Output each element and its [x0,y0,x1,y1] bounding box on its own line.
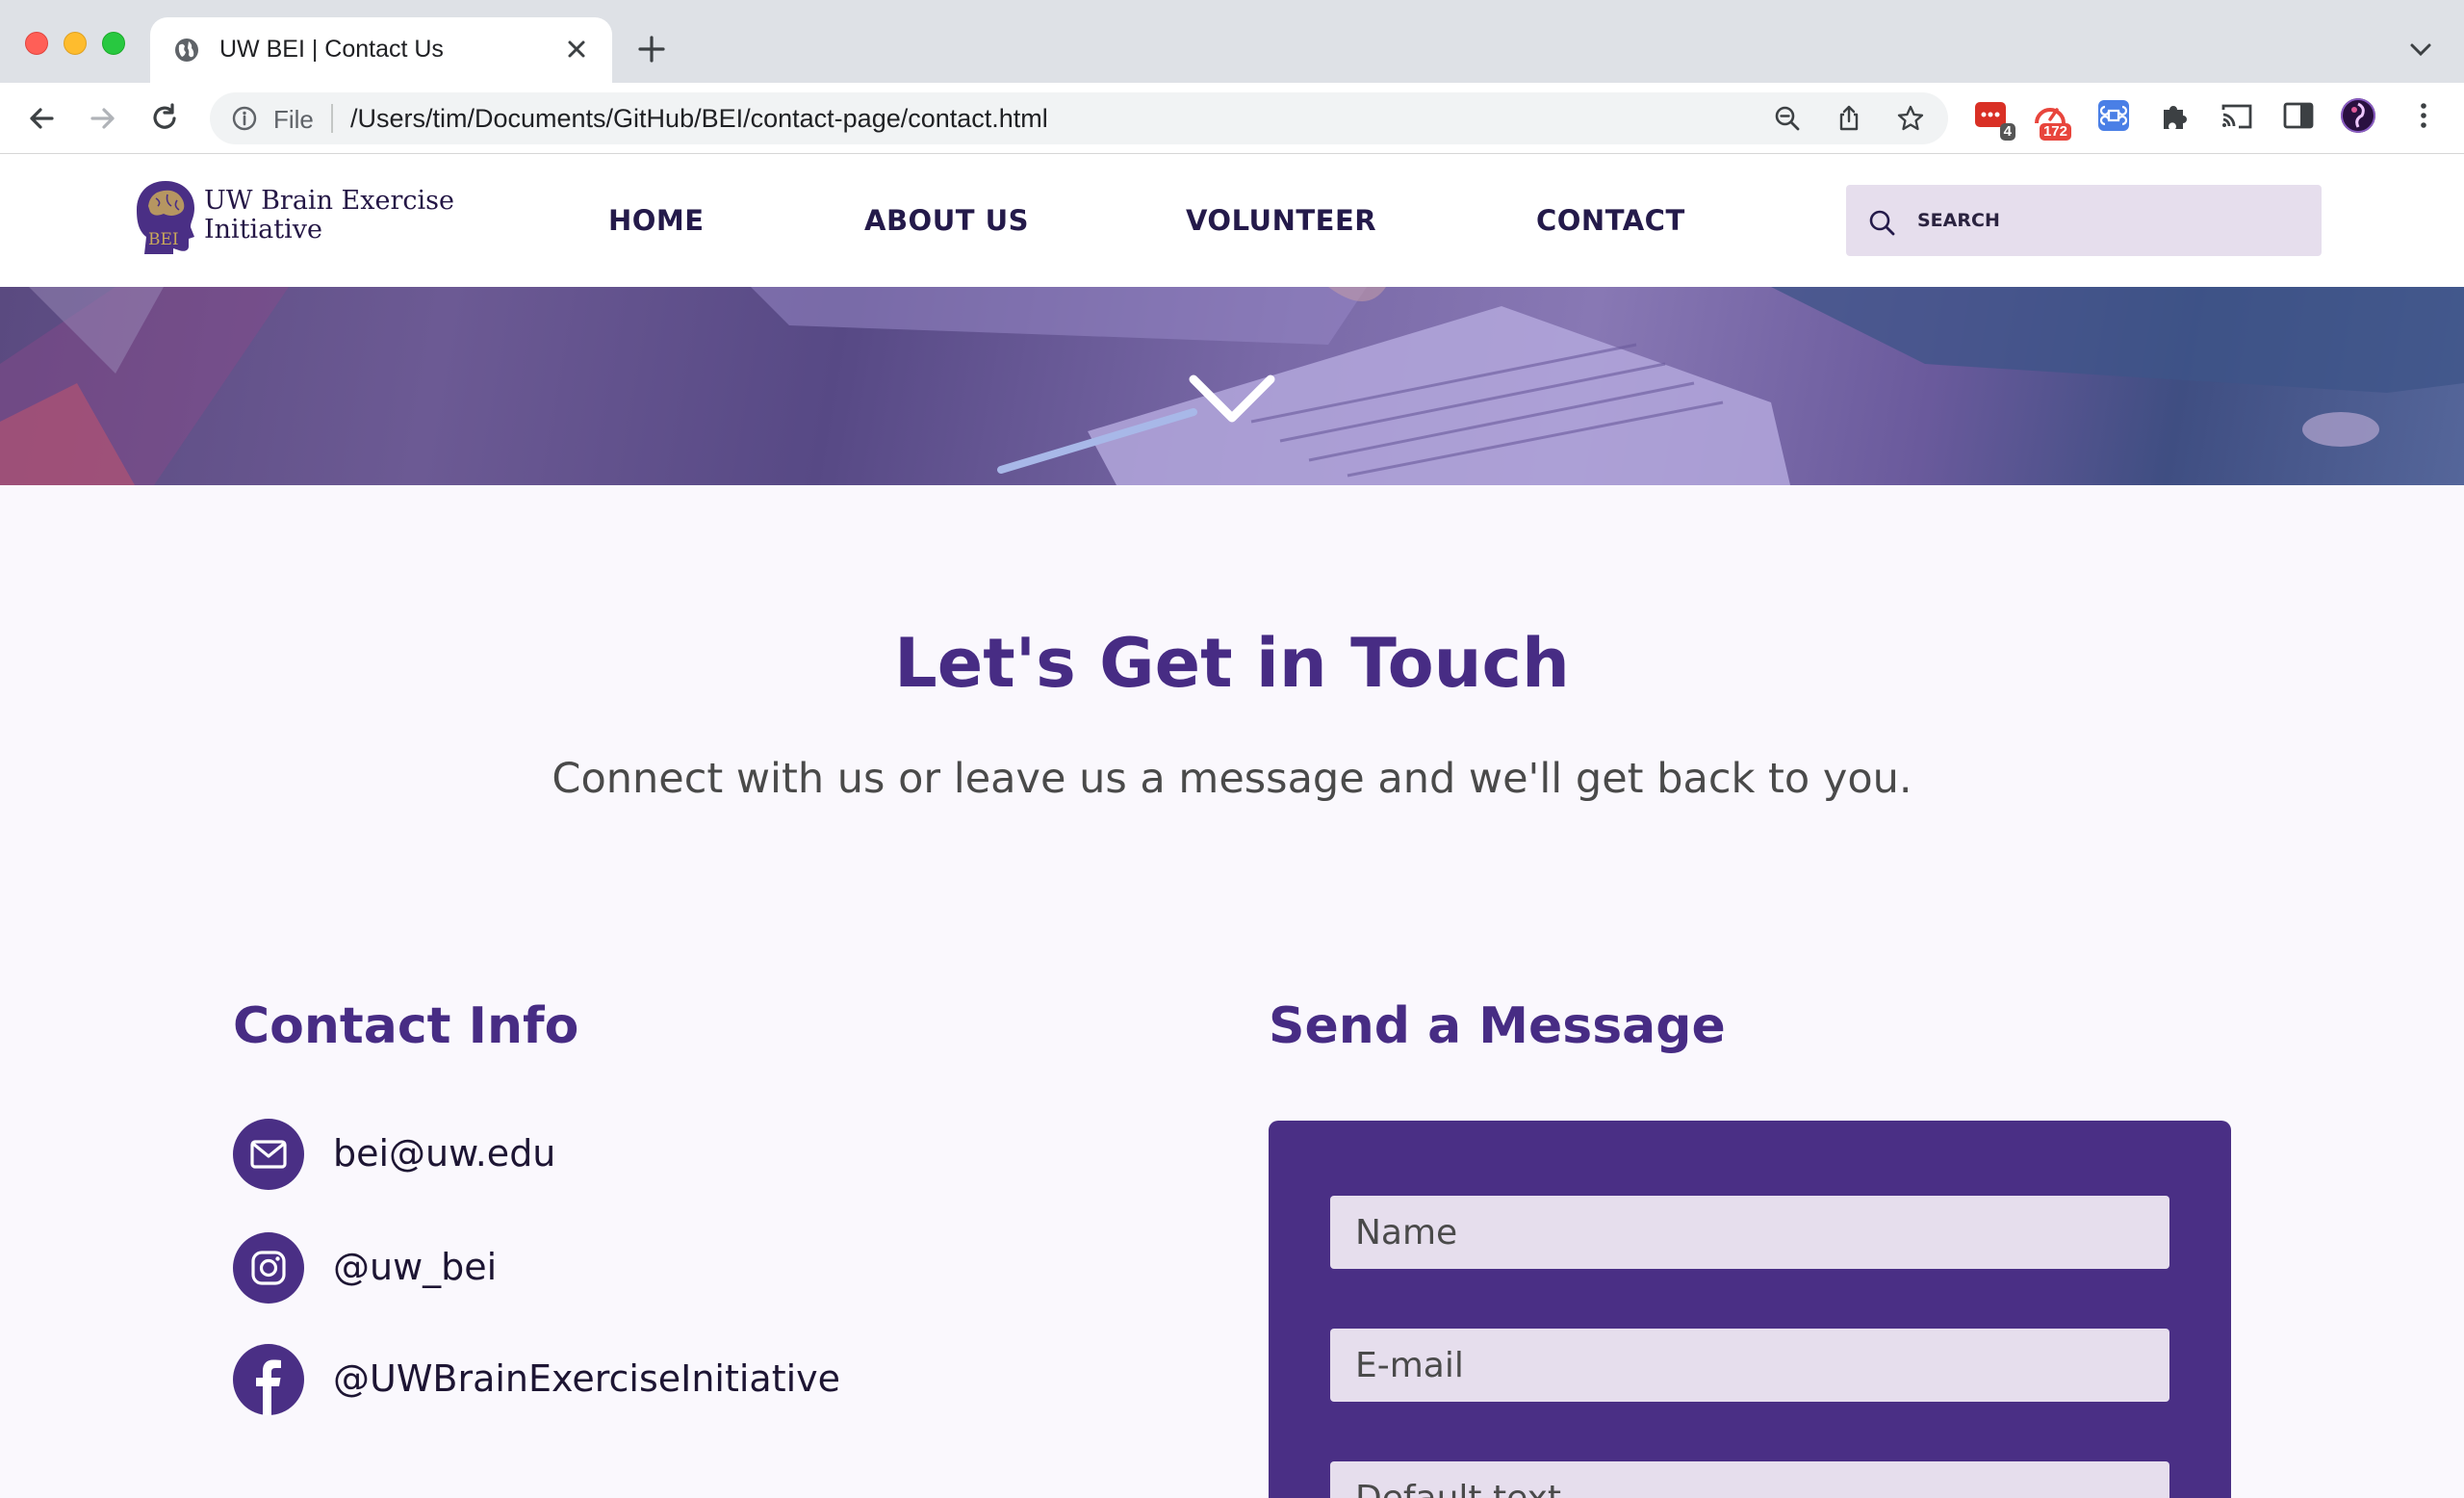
brain-head-logo-icon[interactable]: BEI [135,177,196,254]
contact-instagram-link[interactable]: @uw_bei [333,1246,497,1288]
forward-arrow-icon[interactable] [85,100,121,137]
contact-facebook-link[interactable]: @UWBrainExerciseInitiative [333,1357,840,1400]
scroll-down-chevron-icon[interactable] [1188,372,1276,426]
search-input[interactable] [1917,185,2302,256]
globe-icon [175,39,198,62]
kebab-menu-icon[interactable] [2406,98,2441,133]
logo-mark-text: BEI [148,230,179,249]
extension-badge: 172 [2039,123,2071,141]
search-icon [1869,210,1895,236]
site-header: BEI UW Brain Exercise Initiative HOME AB… [0,154,2464,287]
browser-toolbar: File /Users/tim/Documents/GitHub/BEI/con… [0,83,2464,154]
name-field[interactable] [1330,1196,2169,1269]
share-icon[interactable] [1835,104,1863,133]
window-close-button[interactable] [25,32,48,55]
nav-home[interactable]: HOME [608,204,705,237]
message-field[interactable] [1330,1461,2169,1498]
zoom-out-icon[interactable] [1773,104,1802,133]
contact-facebook-row: @UWBrainExerciseInitiative [233,1344,907,1415]
browser-tab-active[interactable]: UW BEI | Contact Us [150,17,612,83]
contact-email-row: bei@uw.edu [233,1119,907,1190]
message-form [1269,1121,2231,1498]
window-zoom-button[interactable] [102,32,125,55]
plus-icon[interactable] [637,35,666,64]
page-title: Let's Get in Touch [894,624,1570,703]
nav-volunteer[interactable]: VOLUNTEER [1186,204,1376,237]
email-field[interactable] [1330,1329,2169,1402]
tab-title: UW BEI | Contact Us [219,36,444,63]
facebook-icon[interactable] [233,1344,304,1415]
address-bar[interactable]: File /Users/tim/Documents/GitHub/BEI/con… [210,92,1948,144]
profile-avatar[interactable] [2341,98,2375,133]
puzzle-icon[interactable] [2158,98,2193,133]
url-text[interactable]: /Users/tim/Documents/GitHub/BEI/contact-… [350,104,1048,134]
address-divider [331,104,333,133]
bookmark-star-icon[interactable] [1896,104,1925,133]
mail-icon[interactable] [233,1119,304,1190]
send-message-heading: Send a Message [1269,997,1726,1055]
window-minimize-button[interactable] [64,32,87,55]
messages-extension-icon[interactable]: 4 [1973,98,2015,141]
extension-badge: 4 [1999,123,2015,141]
info-icon[interactable] [231,105,258,132]
side-panel-icon[interactable] [2281,98,2316,133]
site-logo-text[interactable]: UW Brain Exercise Initiative [204,187,454,245]
close-icon[interactable] [562,35,591,64]
contact-instagram-row: @uw_bei [233,1232,907,1304]
speed-extension-icon[interactable]: 172 [2033,98,2071,141]
contact-info-heading: Contact Info [233,997,579,1055]
page-subtitle: Connect with us or leave us a message an… [552,755,1912,803]
site-search[interactable] [1846,185,2322,256]
logo-line-1: UW Brain Exercise [204,186,454,216]
nav-about-us[interactable]: ABOUT US [864,204,1029,237]
logo-line-2: Initiative [204,215,322,245]
browser-tab-bar: UW BEI | Contact Us [0,0,2464,83]
chevron-down-icon[interactable] [2406,39,2435,62]
hero-banner [0,287,2464,485]
reload-icon[interactable] [146,100,183,137]
cast-icon[interactable] [2220,98,2254,133]
contact-email-link[interactable]: bei@uw.edu [333,1132,555,1175]
instagram-icon[interactable] [233,1232,304,1304]
file-scheme-label: File [273,105,314,134]
command-extension-icon[interactable] [2096,98,2131,133]
nav-contact[interactable]: CONTACT [1536,204,1685,237]
back-arrow-icon[interactable] [23,100,60,137]
